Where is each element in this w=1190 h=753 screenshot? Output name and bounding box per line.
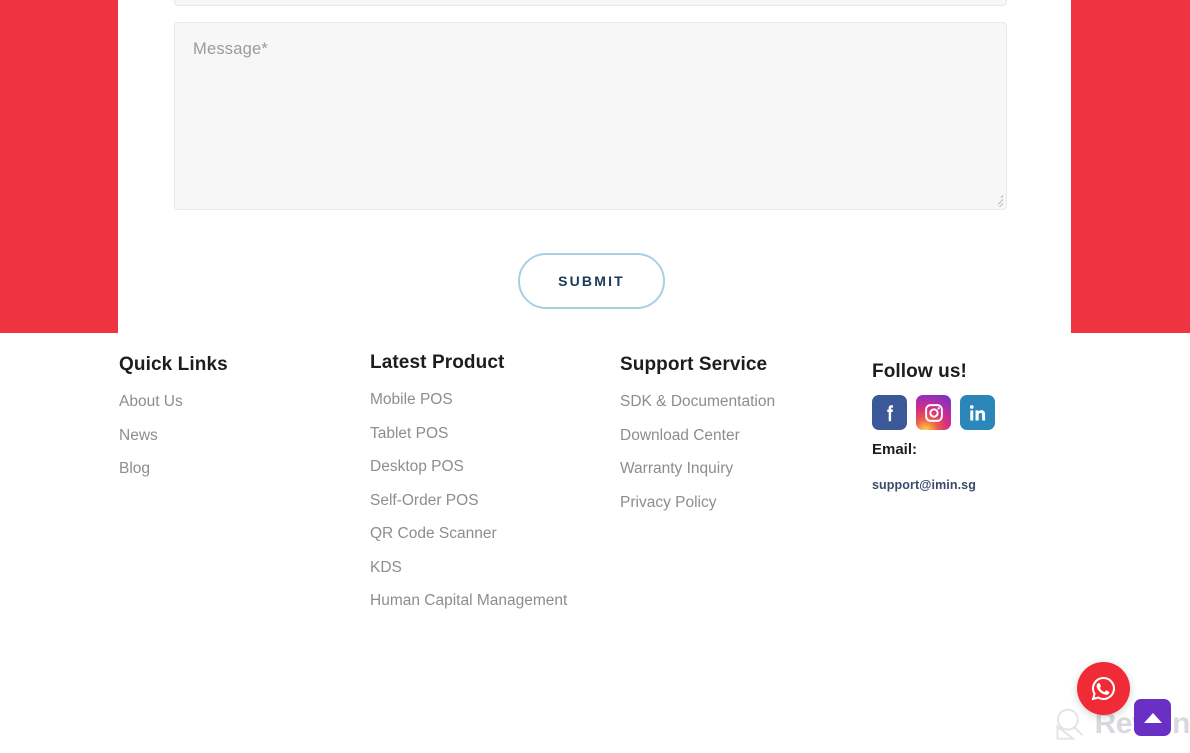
footer-heading-support-service: Support Service — [620, 354, 768, 375]
social-links — [872, 395, 995, 430]
message-placeholder: Message* — [193, 40, 268, 58]
caret-up-icon — [1143, 712, 1162, 723]
footer-column-latest-product: Latest Product Mobile POS Tablet POS Des… — [370, 333, 567, 609]
footer-heading-latest-product: Latest Product — [370, 352, 505, 373]
footer-column-quick-links: Quick Links About Us News Blog — [119, 333, 228, 477]
email-label: Email: — [872, 441, 918, 458]
textarea-resize-handle[interactable] — [990, 193, 1004, 207]
footer-link-human-capital-management[interactable]: Human Capital Management — [370, 593, 567, 609]
contact-form: Message* SUBMIT — [118, 0, 1071, 333]
footer-link-download-center[interactable]: Download Center — [620, 427, 775, 444]
hero-band-left — [0, 0, 118, 333]
hero-band-right — [1071, 0, 1190, 333]
submit-button[interactable]: SUBMIT — [518, 253, 665, 309]
footer-link-privacy-policy[interactable]: Privacy Policy — [620, 494, 775, 511]
footer-link-warranty-inquiry[interactable]: Warranty Inquiry — [620, 461, 775, 477]
contact-field-above[interactable] — [174, 0, 1007, 6]
page-root: Message* SUBMIT Quick Links About Us New… — [0, 0, 1190, 753]
scroll-to-top-button[interactable] — [1134, 699, 1171, 736]
footer-link-self-order-pos[interactable]: Self-Order POS — [370, 492, 567, 509]
footer-link-tablet-pos[interactable]: Tablet POS — [370, 425, 567, 442]
facebook-icon[interactable] — [872, 395, 907, 430]
site-footer: Quick Links About Us News Blog Latest Pr… — [0, 333, 1190, 753]
whatsapp-icon — [1091, 677, 1115, 701]
footer-link-news[interactable]: News — [119, 427, 228, 444]
footer-link-blog[interactable]: Blog — [119, 461, 228, 477]
linkedin-icon[interactable] — [960, 395, 995, 430]
footer-heading-quick-links: Quick Links — [119, 354, 228, 375]
footer-heading-follow-us: Follow us! — [872, 361, 967, 382]
footer-link-qr-code-scanner[interactable]: QR Code Scanner — [370, 526, 567, 542]
instagram-icon[interactable] — [916, 395, 951, 430]
footer-link-about-us[interactable]: About Us — [119, 394, 228, 410]
whatsapp-button[interactable] — [1077, 662, 1130, 715]
footer-link-desktop-pos[interactable]: Desktop POS — [370, 459, 567, 475]
footer-link-kds[interactable]: KDS — [370, 559, 567, 576]
footer-column-support-service: Support Service SDK & Documentation Down… — [620, 333, 775, 510]
email-link[interactable]: support@imin.sg — [872, 478, 995, 492]
footer-link-sdk-documentation[interactable]: SDK & Documentation — [620, 394, 775, 410]
message-textarea[interactable]: Message* — [174, 22, 1007, 210]
footer-link-mobile-pos[interactable]: Mobile POS — [370, 392, 567, 408]
footer-column-follow-us: Follow us! Email: support@imin.sg — [872, 333, 995, 492]
